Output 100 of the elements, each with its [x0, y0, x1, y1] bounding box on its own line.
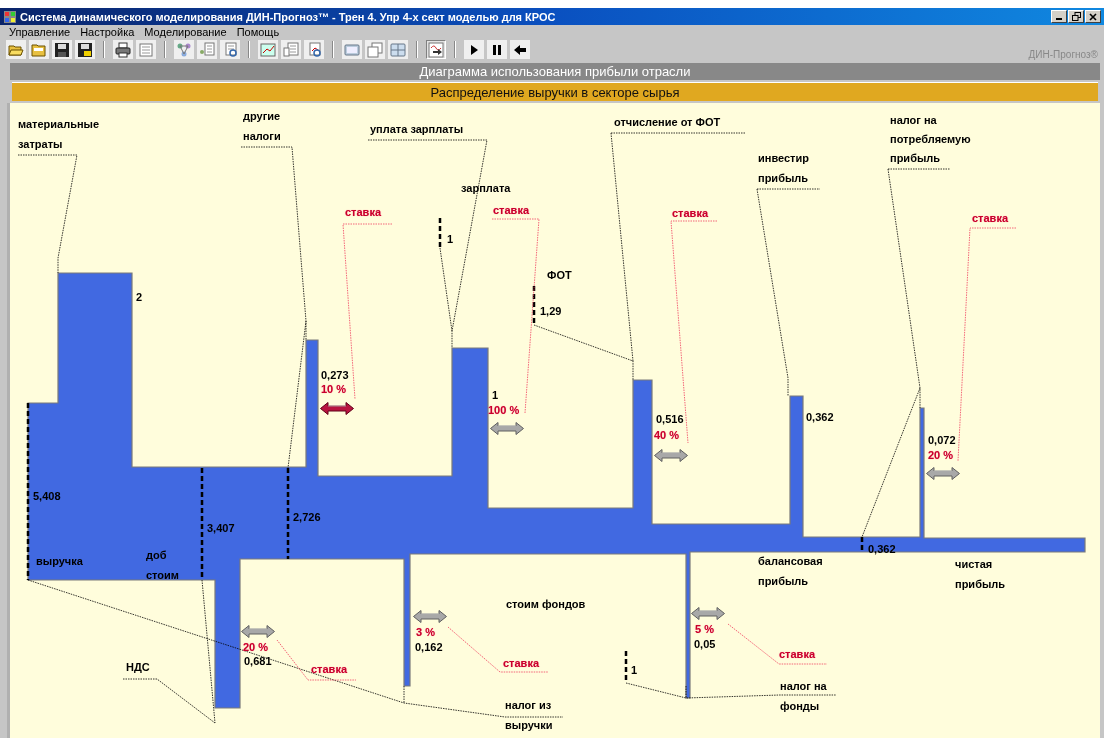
close-button[interactable] [1085, 10, 1101, 23]
grid-icon [390, 41, 406, 58]
double-arrow-button[interactable] [654, 449, 688, 462]
value-label: 0,362 [868, 543, 896, 555]
close-icon [1089, 12, 1097, 21]
double-arrow-button[interactable] [241, 625, 275, 638]
diagram-label: выручка [36, 554, 83, 569]
table-tree-icon [199, 41, 215, 58]
diagram-icon [428, 41, 444, 58]
value-marker [532, 286, 536, 325]
diagram-label: инвестир прибыль [758, 151, 809, 186]
value-label: 0,362 [806, 411, 834, 423]
diagram-label: материальные затраты [18, 117, 100, 152]
rate-label: ставка [493, 204, 529, 216]
value-marker [860, 537, 864, 552]
double-arrow-button[interactable] [413, 610, 447, 623]
save-as-button[interactable] [75, 40, 95, 59]
brand-label: ДИН-Прогноз® [1028, 49, 1098, 60]
table-button[interactable] [281, 40, 301, 59]
value-label: 2,726 [293, 511, 321, 523]
window-button[interactable] [342, 40, 362, 59]
window-title: Система динамического моделирования ДИН-Прогноз™ - Трен 4. Упр 4-х сект моделью для КРОС [20, 10, 557, 23]
value-label: 2 [136, 291, 143, 303]
double-arrow-button[interactable] [320, 402, 354, 415]
rate-percent: 10 % [321, 383, 347, 395]
table-zoom-button[interactable] [220, 40, 240, 59]
rate-label: ставка [503, 657, 539, 669]
diagram-label: налог из выручки [505, 698, 553, 733]
open-folder-button[interactable] [6, 40, 26, 59]
back-arrow-button[interactable] [510, 40, 530, 59]
grid-button[interactable] [388, 40, 408, 59]
table-zoom-icon [222, 41, 238, 58]
network-icon [176, 41, 192, 58]
value-label: 0,516 [656, 413, 684, 425]
restore-button[interactable] [1068, 10, 1084, 23]
diagram-label: зарплата [461, 181, 511, 196]
value-label: 5,408 [33, 490, 61, 502]
rate-percent: 3 % [416, 626, 435, 638]
restore-icon [1071, 12, 1081, 21]
rate-label: ставка [672, 207, 708, 219]
rate-label: ставка [779, 648, 815, 660]
diagram-label: уплата зарплаты [370, 122, 464, 137]
chart-zoom-icon [306, 41, 322, 58]
table-tree-button[interactable] [197, 40, 217, 59]
diagram-label: доб стоим [146, 548, 179, 583]
double-arrow-button[interactable] [926, 467, 960, 480]
save-as-icon [77, 41, 93, 58]
value-label: 0,162 [415, 641, 443, 653]
menu-item[interactable]: Помощь [231, 26, 285, 38]
diagram-label: налог на фонды [780, 679, 827, 714]
pause-button[interactable] [487, 40, 507, 59]
windows-icon [367, 41, 383, 58]
rate-percent: 20 % [243, 641, 269, 653]
value-marker [438, 218, 442, 248]
rate-percent: 100 % [488, 404, 520, 416]
value-label: 0,05 [694, 638, 716, 650]
rate-label: ставка [972, 212, 1008, 224]
value-marker [624, 651, 628, 683]
double-arrow-icon [320, 402, 354, 415]
app-icon [4, 10, 16, 23]
save-button[interactable] [52, 40, 72, 59]
rate-label: ставка [311, 663, 347, 675]
double-arrow-icon [926, 467, 960, 480]
folder-icon [31, 41, 47, 58]
value-label: 1 [447, 233, 454, 245]
menu-item[interactable]: Управление [4, 26, 76, 38]
rate-label: ставка [345, 206, 381, 218]
value-label: 3,407 [207, 522, 235, 534]
table-icon [283, 41, 299, 58]
window-icon [344, 41, 360, 58]
printer-icon [115, 41, 131, 58]
menu-item[interactable]: Моделирование [139, 26, 232, 38]
play-button[interactable] [464, 40, 484, 59]
double-arrow-button[interactable] [490, 422, 524, 435]
diagram-label: налог на потребляемую прибыль [890, 113, 971, 166]
diagram-label: другие налоги [243, 109, 281, 144]
menu-item[interactable]: Настройка [75, 26, 140, 38]
value-label: 1 [631, 664, 638, 676]
diagram-header: Диаграмма использования прибыли отрасли [10, 63, 1100, 80]
diagram-label: НДС [126, 660, 150, 675]
double-arrow-icon [691, 607, 725, 620]
diagram-label: балансовая прибыль [758, 554, 823, 589]
diagram-button[interactable] [426, 40, 446, 59]
diagram-subheader: Распределение выручки в секторе сырья [12, 82, 1098, 101]
double-arrow-icon [241, 625, 275, 638]
minimize-button[interactable] [1051, 10, 1067, 23]
value-label: 0,273 [321, 369, 349, 381]
chart-icon [260, 41, 276, 58]
network-button[interactable] [174, 40, 194, 59]
chart-button[interactable] [258, 40, 278, 59]
double-arrow-button[interactable] [691, 607, 725, 620]
double-arrow-icon [413, 610, 447, 623]
document-icon [138, 41, 154, 58]
rate-percent: 20 % [928, 449, 954, 461]
value-label: 0,072 [928, 434, 956, 446]
printer-button[interactable] [113, 40, 133, 59]
diagram-label: ФОТ [547, 268, 572, 283]
value-label: 1,29 [540, 305, 562, 317]
windows-button[interactable] [365, 40, 385, 59]
chart-zoom-button[interactable] [304, 40, 324, 59]
